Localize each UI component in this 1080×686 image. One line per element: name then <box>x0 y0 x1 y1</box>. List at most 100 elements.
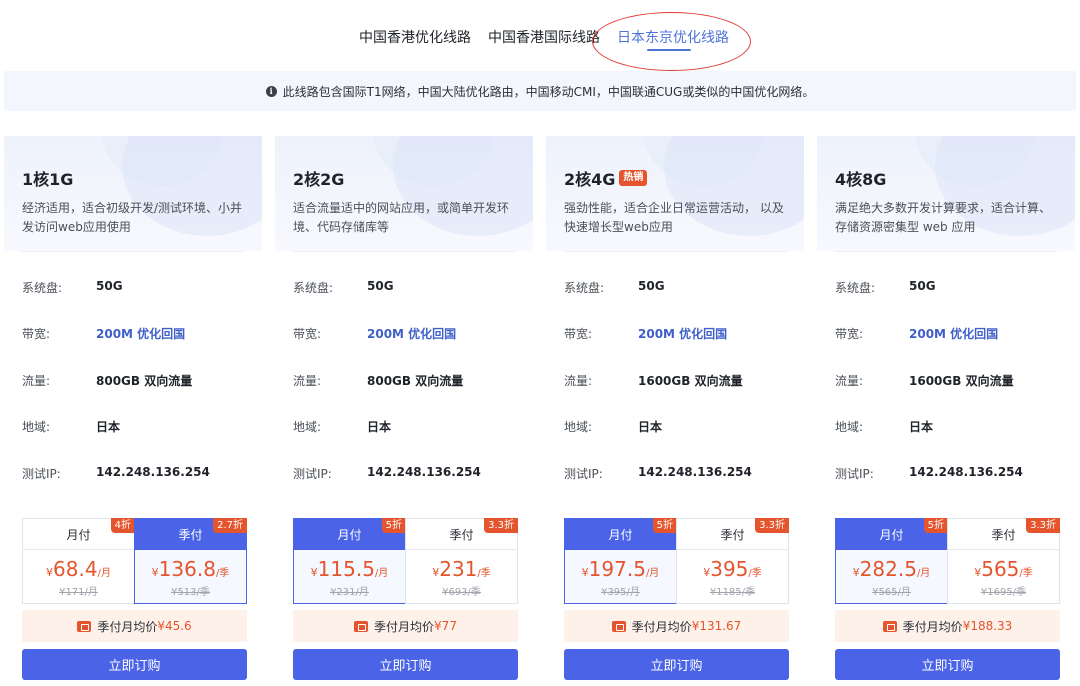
spec-label: 带宽: <box>835 327 864 341</box>
spec-value: 50G <box>367 279 394 293</box>
monthly-option[interactable]: 月付 5折 ¥115.5/月 ¥231/月 <box>293 518 406 604</box>
price: ¥68.4/月 <box>46 557 111 581</box>
spec-label: 系统盘: <box>293 281 334 295</box>
spec-region: 地域: 日本 <box>293 418 391 435</box>
info-icon: i <box>265 85 277 97</box>
spec-value: 200M 优化回国 <box>367 327 457 341</box>
buy-now-button[interactable]: 立即订购 <box>564 649 789 680</box>
avg-label: 季付月均价 <box>631 619 692 634</box>
quarterly-average-bar: 季付月均价 ¥131.67 <box>564 610 789 642</box>
tab-hongkong-international[interactable]: 中国香港国际线路 <box>488 27 600 47</box>
divider <box>835 251 1057 252</box>
spec-label: 测试IP: <box>293 467 332 481</box>
divider <box>293 251 515 252</box>
spec-value: 142.248.136.254 <box>96 465 210 479</box>
avg-price: ¥188.33 <box>962 619 1013 633</box>
spec-value: 200M 优化回国 <box>96 327 186 341</box>
spec-test-ip: 测试IP: 142.248.136.254 <box>293 465 481 482</box>
quarterly-option[interactable]: 季付 3.3折 ¥565/季 ¥1695/季 <box>947 518 1060 604</box>
spec-disk: 系统盘: 50G <box>835 279 936 296</box>
discount-badge: 2.7折 <box>213 518 247 533</box>
monthly-option[interactable]: 月付 5折 ¥282.5/月 ¥565/月 <box>835 518 948 604</box>
original-price: ¥565/月 <box>872 587 911 598</box>
spec-label: 地域: <box>293 420 322 434</box>
spec-label: 带宽: <box>22 327 51 341</box>
spec-label: 流量: <box>835 374 864 388</box>
original-price: ¥1185/季 <box>709 587 756 598</box>
original-price: ¥513/季 <box>171 587 210 598</box>
spec-traffic: 流量: 800GB 双向流量 <box>293 372 463 389</box>
plan-card-4c8g: 4核8G 满足绝大多数开发计算要求，适合计算、存储资源密集型 web 应用 系统… <box>817 136 1075 686</box>
discount-badge: 3.3折 <box>1026 518 1060 533</box>
ticket-icon <box>354 620 369 632</box>
plan-description: 满足绝大多数开发计算要求，适合计算、存储资源密集型 web 应用 <box>835 201 1052 234</box>
spec-value: 1600GB 双向流量 <box>909 374 1014 388</box>
avg-label: 季付月均价 <box>374 619 435 634</box>
avg-price: ¥45.6 <box>157 619 192 633</box>
price: ¥136.8/季 <box>151 557 230 581</box>
original-price: ¥231/月 <box>330 587 369 598</box>
spec-disk: 系统盘: 50G <box>564 279 665 296</box>
price: ¥197.5/月 <box>581 557 660 581</box>
spec-test-ip: 测试IP: 142.248.136.254 <box>835 465 1023 482</box>
quarterly-option[interactable]: 季付 3.3折 ¥231/季 ¥693/季 <box>405 518 518 604</box>
price: ¥395/季 <box>703 557 762 581</box>
discount-badge: 4折 <box>110 518 135 533</box>
tab-hongkong-optimized[interactable]: 中国香港优化线路 <box>359 27 471 47</box>
spec-value: 50G <box>96 279 123 293</box>
plan-description: 经济适用，适合初级开发/测试环境、小并发访问web应用使用 <box>22 201 243 234</box>
spec-label: 流量: <box>564 374 593 388</box>
spec-test-ip: 测试IP: 142.248.136.254 <box>564 465 752 482</box>
buy-now-button[interactable]: 立即订购 <box>22 649 247 680</box>
plan-description: 强劲性能，适合企业日常运营活动， 以及快速增长型web应用 <box>564 201 784 234</box>
discount-badge: 3.3折 <box>755 518 789 533</box>
price: ¥282.5/月 <box>852 557 931 581</box>
spec-value: 200M 优化回国 <box>909 327 999 341</box>
spec-value: 142.248.136.254 <box>638 465 752 479</box>
discount-badge: 5折 <box>381 518 406 533</box>
spec-label: 系统盘: <box>835 281 876 295</box>
spec-region: 地域: 日本 <box>22 418 120 435</box>
plan-name: 2核4G 热销 <box>564 166 648 190</box>
plan-description: 适合流量适中的网站应用，或简单开发环境、代码存储库等 <box>293 201 510 234</box>
ticket-icon <box>611 620 626 632</box>
spec-disk: 系统盘: 50G <box>293 279 394 296</box>
monthly-option[interactable]: 月付 4折 ¥68.4/月 ¥171/月 <box>22 518 135 604</box>
spec-bandwidth: 带宽: 200M 优化回国 <box>564 325 727 342</box>
plan-card-1c1g: 1核1G 经济适用，适合初级开发/测试环境、小并发访问web应用使用 系统盘: 5… <box>4 136 262 686</box>
quarterly-option[interactable]: 季付 2.7折 ¥136.8/季 ¥513/季 <box>134 518 247 604</box>
buy-now-button[interactable]: 立即订购 <box>835 649 1060 680</box>
original-price: ¥1695/季 <box>980 587 1027 598</box>
quarterly-option[interactable]: 季付 3.3折 ¥395/季 ¥1185/季 <box>676 518 789 604</box>
spec-traffic: 流量: 1600GB 双向流量 <box>835 372 1014 389</box>
spec-value: 200M 优化回国 <box>638 327 728 341</box>
spec-value: 142.248.136.254 <box>367 465 481 479</box>
spec-label: 测试IP: <box>835 467 874 481</box>
avg-price: ¥131.67 <box>691 619 742 633</box>
buy-now-button[interactable]: 立即订购 <box>293 649 518 680</box>
avg-price: ¥77 <box>434 619 457 633</box>
route-notice: i 此线路包含国际T1网络，中国大陆优化路由，中国移动CMI，中国联通CUG或类… <box>4 71 1076 111</box>
plan-name: 4核8G <box>835 170 887 189</box>
spec-label: 地域: <box>835 420 864 434</box>
spec-traffic: 流量: 800GB 双向流量 <box>22 372 192 389</box>
spec-label: 带宽: <box>564 327 593 341</box>
spec-label: 测试IP: <box>22 467 61 481</box>
spec-region: 地域: 日本 <box>564 418 662 435</box>
spec-value: 日本 <box>909 420 934 434</box>
spec-value: 1600GB 双向流量 <box>638 374 743 388</box>
plan-name: 1核1G <box>22 170 74 189</box>
spec-region: 地域: 日本 <box>835 418 933 435</box>
original-price: ¥395/月 <box>601 587 640 598</box>
spec-test-ip: 测试IP: 142.248.136.254 <box>22 465 210 482</box>
quarterly-average-bar: 季付月均价 ¥77 <box>293 610 518 642</box>
monthly-option[interactable]: 月付 5折 ¥197.5/月 ¥395/月 <box>564 518 677 604</box>
spec-label: 系统盘: <box>22 281 63 295</box>
original-price: ¥693/季 <box>442 587 481 598</box>
spec-bandwidth: 带宽: 200M 优化回国 <box>835 325 998 342</box>
spec-label: 测试IP: <box>564 467 603 481</box>
price: ¥115.5/月 <box>310 557 389 581</box>
spec-value: 日本 <box>96 420 121 434</box>
spec-label: 地域: <box>564 420 593 434</box>
spec-bandwidth: 带宽: 200M 优化回国 <box>22 325 185 342</box>
